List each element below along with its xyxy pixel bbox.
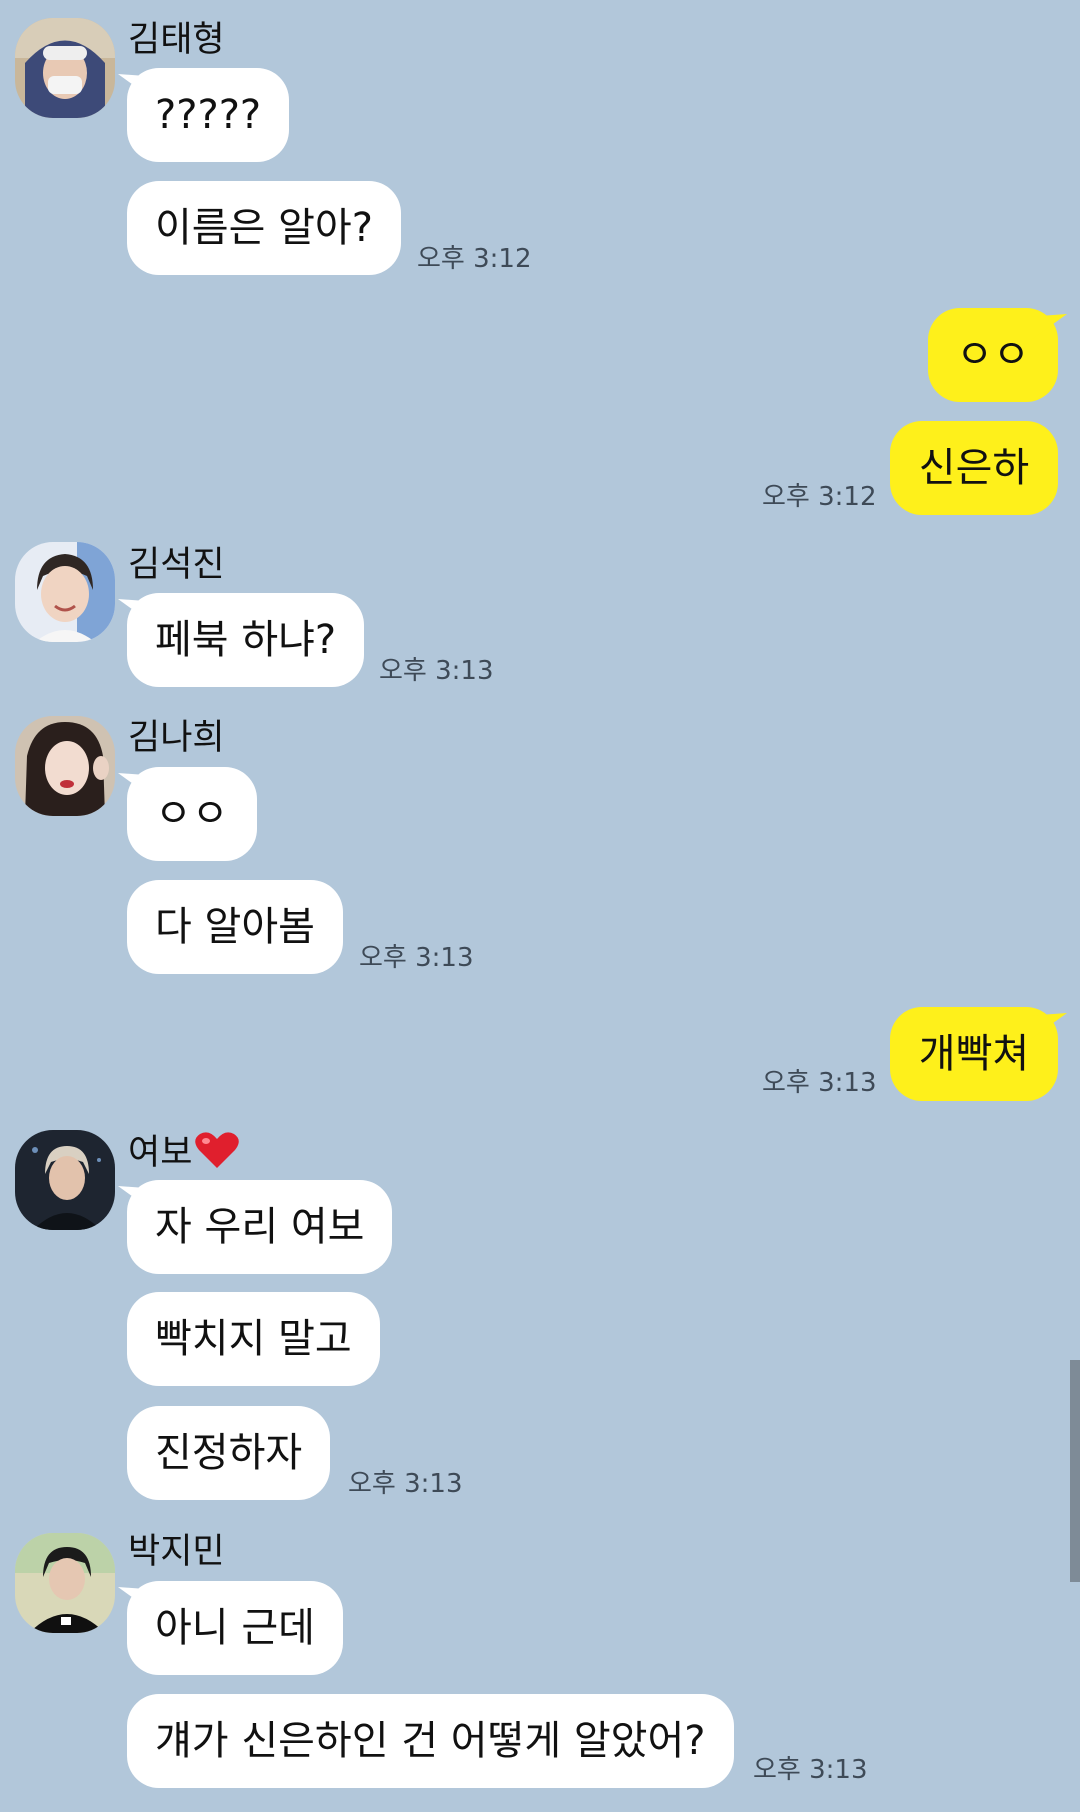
person-avatar-hooded bbox=[15, 18, 115, 118]
sender-name: 김석진 bbox=[128, 545, 225, 585]
message-timestamp: 오후 3:13 bbox=[348, 1469, 463, 1499]
incoming-message[interactable]: 걔가 신은하인 건 어떻게 알았어? bbox=[127, 1694, 734, 1788]
incoming-message[interactable]: 다 알아봄 bbox=[127, 880, 343, 974]
message-timestamp: 오후 3:13 bbox=[762, 1068, 877, 1098]
incoming-message[interactable]: 빡치지 말고 bbox=[127, 1292, 380, 1386]
outgoing-message[interactable]: ㅇㅇ bbox=[928, 308, 1058, 402]
profile-avatar[interactable] bbox=[15, 1533, 115, 1633]
incoming-message[interactable]: ㅇㅇ bbox=[127, 767, 257, 861]
scrollbar[interactable] bbox=[1070, 1360, 1080, 1582]
person-avatar-black-tee bbox=[15, 1533, 115, 1633]
outgoing-message[interactable]: 개빡쳐 bbox=[890, 1007, 1058, 1101]
message-timestamp: 오후 3:12 bbox=[762, 482, 877, 512]
profile-avatar[interactable] bbox=[15, 542, 115, 642]
profile-avatar[interactable] bbox=[15, 716, 115, 816]
profile-avatar[interactable] bbox=[15, 1130, 115, 1230]
sender-name: 여보 bbox=[128, 1130, 240, 1173]
incoming-message[interactable]: 페북 하냐? bbox=[127, 593, 365, 687]
person-avatar-woman bbox=[15, 716, 115, 816]
sender-name: 김나희 bbox=[128, 718, 225, 758]
sender-name: 김태형 bbox=[128, 20, 225, 60]
profile-avatar[interactable] bbox=[15, 18, 115, 118]
heart-icon bbox=[194, 1130, 240, 1170]
outgoing-message[interactable]: 신은하 bbox=[890, 421, 1058, 515]
person-avatar-smiling bbox=[15, 542, 115, 642]
chat-message-area[interactable]: 김태형 ????? 이름은 알아? 오후 3:12 ㅇㅇ 신은하 오후 3:12… bbox=[0, 0, 1080, 1812]
person-avatar-dark bbox=[15, 1130, 115, 1230]
message-timestamp: 오후 3:12 bbox=[417, 244, 532, 274]
incoming-message[interactable]: ????? bbox=[127, 68, 290, 162]
message-timestamp: 오후 3:13 bbox=[753, 1755, 868, 1785]
sender-name: 박지민 bbox=[128, 1532, 225, 1572]
incoming-message[interactable]: 자 우리 여보 bbox=[127, 1180, 393, 1274]
incoming-message[interactable]: 이름은 알아? bbox=[127, 181, 401, 275]
message-timestamp: 오후 3:13 bbox=[379, 656, 494, 686]
message-timestamp: 오후 3:13 bbox=[359, 943, 474, 973]
incoming-message[interactable]: 진정하자 bbox=[127, 1406, 331, 1500]
incoming-message[interactable]: 아니 근데 bbox=[127, 1581, 343, 1675]
